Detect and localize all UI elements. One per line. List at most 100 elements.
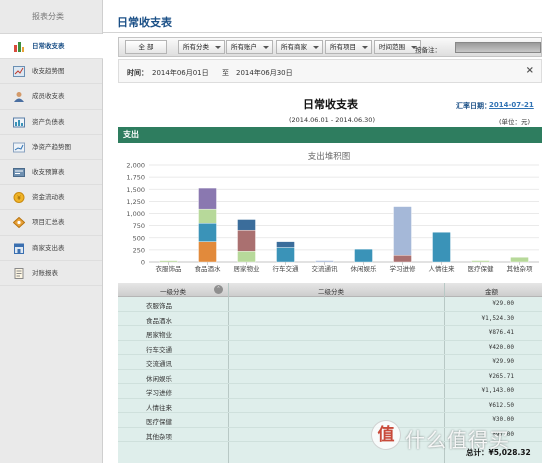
category-cell: 行车交通 (146, 345, 172, 354)
account-filter-dropdown[interactable]: 所有账户 (226, 40, 273, 54)
amount-cell: ¥29.00 (492, 300, 514, 307)
sidebar-item-networth[interactable]: 净资产趋势图 (0, 135, 102, 160)
y-tick-label: 2,000 (126, 162, 145, 170)
table-row[interactable]: 居家物业 ¥876.41 (118, 326, 542, 341)
bar-segment[interactable] (393, 255, 412, 263)
category-cell: 衣服饰品 (146, 302, 172, 310)
bar-segment[interactable] (198, 208, 217, 224)
bar-segment[interactable] (198, 222, 217, 242)
time-range-dropdown[interactable]: 时间范围 (374, 40, 421, 54)
table-row[interactable]: 人情往来 ¥612.50 (118, 399, 542, 413)
date-range-bar: 时间： 2014年06月01日 至 2014年06月30日 × (118, 59, 542, 83)
balance-sheet-icon (13, 117, 25, 128)
sidebar-item-label: 项目汇总表 (32, 218, 65, 227)
sidebar-item-label: 商家支出表 (32, 243, 65, 252)
x-tick-label: 交流通讯 (312, 264, 339, 273)
category-cell: 其他杂项 (146, 432, 172, 441)
notes-search-input[interactable] (455, 42, 541, 53)
chevron-down-icon (215, 46, 221, 49)
sidebar-title: 报表分类 (0, 0, 102, 34)
category-cell: 医疗保健 (146, 418, 172, 426)
bar-segment[interactable] (393, 206, 412, 256)
dropdown-label: 所有项目 (330, 43, 356, 51)
table-body: 衣服饰品 ¥29.00 食品酒水 ¥1,524.30 居家物业 ¥876.41 行车交通 ¥4… (118, 297, 542, 442)
table-row[interactable]: 学习进修 ¥1,143.00 (118, 384, 542, 399)
bar-segment[interactable] (432, 232, 451, 263)
sidebar-item-label: 净资产趋势图 (32, 142, 71, 151)
sidebar-item-projects[interactable]: 项目汇总表 (0, 210, 102, 236)
amount-cell: ¥1,143.00 (481, 387, 514, 394)
amount-cell: ¥30.00 (492, 416, 514, 423)
bar-segment[interactable] (237, 251, 256, 263)
close-icon[interactable]: × (526, 65, 534, 76)
sidebar-item-daily[interactable]: 日常收支表 (0, 34, 103, 60)
sidebar-item-reconcile[interactable]: 对账报表 (0, 261, 102, 286)
chart-title: 支出堆积图 (308, 151, 351, 162)
bar-segment[interactable] (276, 241, 295, 248)
amount-cell: ¥876.41 (488, 329, 514, 336)
notes-filter-label: 按备注： (415, 46, 441, 54)
sidebar-item-budget[interactable]: 收支预算表 (0, 160, 102, 186)
start-date[interactable]: 2014年06月01日 (152, 68, 209, 78)
sidebar-item-merchants[interactable]: 商家支出表 (0, 236, 102, 261)
table-row[interactable]: 食品酒水 ¥1,524.30 (118, 312, 542, 326)
stacked-bar-chart: 支出堆积图 0 250 500 750 1,000 1,250 1,500 1,750 2,00… (126, 151, 539, 273)
category-cell: 交流通讯 (146, 360, 172, 368)
dropdown-label: 所有分类 (183, 43, 209, 51)
table-row[interactable]: 休闲娱乐 ¥265.71 (118, 370, 542, 384)
bar-segment[interactable] (237, 219, 256, 231)
all-button[interactable]: 全 部 (125, 40, 167, 54)
chevron-down-icon (362, 46, 368, 49)
project-icon (13, 217, 25, 229)
amount-cell: ¥265.71 (488, 372, 514, 380)
category-filter-dropdown[interactable]: 所有分类 (178, 40, 225, 54)
divider (103, 32, 542, 33)
sidebar-item-trend[interactable]: 收支趋势图 (0, 59, 102, 85)
table-row[interactable]: 行车交通 ¥420.00 (118, 341, 542, 355)
end-date[interactable]: 2014年06月30日 (236, 68, 293, 78)
report-date-range: (2014.06.01 - 2014.06.30) (289, 116, 375, 124)
category-cell: 休闲娱乐 (146, 374, 172, 383)
column-header-subcategory[interactable]: 二级分类 (318, 286, 344, 296)
exchange-date-link[interactable]: 2014-07-21 (489, 101, 534, 109)
dropdown-label: 所有商家 (281, 43, 307, 51)
bar-segment[interactable] (237, 229, 256, 252)
shop-icon (14, 243, 24, 254)
sidebar-item-members[interactable]: 成员收支表 (0, 84, 102, 110)
app-window: 报表分类 日常收支表 收支趋势图 成员收支表 资产负债表 净资产趋势图 收支预算… (0, 0, 542, 463)
project-filter-dropdown[interactable]: 所有项目 (325, 40, 372, 54)
y-tick-label: 250 (133, 246, 145, 254)
column-header-category[interactable]: 一级分类 (160, 286, 186, 296)
x-tick-label: 居家物业 (234, 264, 261, 273)
bar-chart-icon (14, 42, 24, 52)
table-row[interactable]: 衣服饰品 ¥29.00 (118, 297, 542, 312)
sidebar-item-balance[interactable]: 资产负债表 (0, 110, 102, 135)
date-separator: 至 (222, 69, 229, 77)
sort-icon[interactable]: ⌃ (214, 285, 223, 294)
user-icon (14, 92, 24, 103)
bar-segment[interactable] (354, 248, 373, 263)
bar-segment[interactable] (276, 247, 295, 263)
bar-segment[interactable] (315, 260, 334, 263)
bar-segment[interactable] (198, 187, 217, 210)
dropdown-label: 时间范围 (379, 43, 405, 51)
x-tick-label: 其他杂项 (507, 264, 534, 273)
table-row[interactable]: 交流通讯 ¥29.90 (118, 355, 542, 370)
x-tick-label: 衣服饰品 (156, 264, 182, 273)
amount-cell: ¥1,524.30 (481, 314, 514, 322)
sidebar-item-cashflow[interactable]: ¥ 资金流动表 (0, 185, 102, 211)
page-title: 日常收支表 (117, 16, 172, 29)
x-tick-label: 学习进修 (390, 264, 417, 273)
bar-segment[interactable] (471, 260, 490, 263)
x-tick-label: 医疗保健 (468, 264, 495, 273)
column-header-amount[interactable]: 金额 (485, 286, 498, 296)
merchant-filter-dropdown[interactable]: 所有商家 (276, 40, 323, 54)
y-tick-label: 1,250 (126, 198, 145, 206)
sidebar-item-label: 成员收支表 (32, 92, 65, 101)
category-cell: 食品酒水 (146, 316, 172, 325)
bar-segment[interactable] (198, 241, 217, 263)
bar-segment[interactable] (159, 260, 178, 263)
x-tick-label: 食品酒水 (195, 264, 222, 273)
y-tick-label: 1,750 (126, 174, 145, 182)
bar-segment[interactable] (510, 257, 529, 263)
